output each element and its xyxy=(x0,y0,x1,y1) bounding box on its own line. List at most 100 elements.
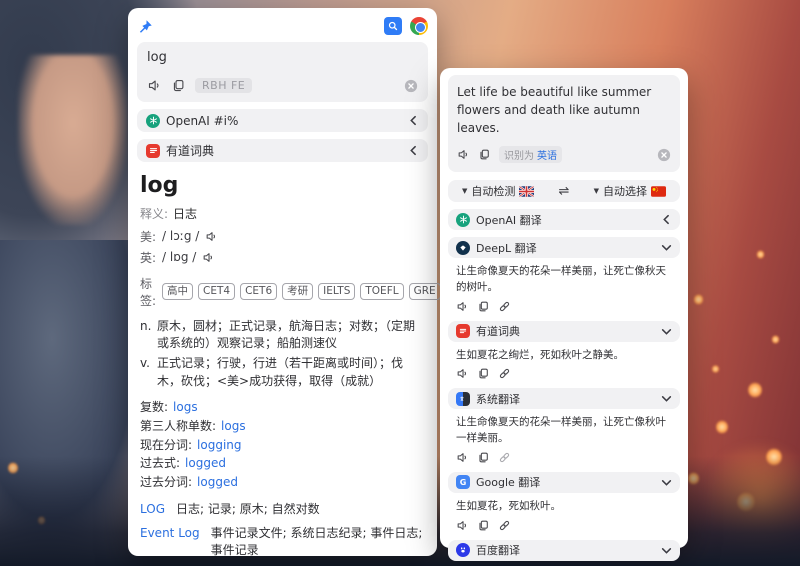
service-name: Google 翻译 xyxy=(476,474,540,490)
result-action-bar xyxy=(456,519,672,532)
form-row: 现在分词: logging xyxy=(140,436,425,455)
google-translate-icon: G xyxy=(456,475,470,489)
speaker-icon[interactable] xyxy=(457,148,470,161)
form-value-link[interactable]: logged xyxy=(185,456,226,470)
link-icon[interactable] xyxy=(498,451,511,464)
service-header-youdao[interactable]: 有道词典 xyxy=(448,321,680,342)
us-phonetic-row: 美: / lɔːg / xyxy=(140,228,425,245)
copy-icon[interactable] xyxy=(171,78,186,93)
service-header-baidu[interactable]: 百度翻译 xyxy=(448,540,680,561)
translation-text: 生如夏花之绚烂，死如秋叶之静美。 xyxy=(456,348,672,364)
phrase-term-link[interactable]: LOG xyxy=(140,501,165,518)
chevron-down-icon[interactable] xyxy=(661,326,672,337)
word-title: log xyxy=(140,173,425,198)
detected-label: 识别为 xyxy=(504,151,534,162)
chevron-left-icon[interactable] xyxy=(408,115,419,126)
speaker-icon[interactable] xyxy=(456,300,469,313)
service-header-system[interactable]: 系统翻译 xyxy=(448,388,680,409)
lantern xyxy=(694,294,703,305)
phrases: LOG日志; 记录; 原木; 自然对数 Event Log事件记录文件; 系统日… xyxy=(140,501,425,566)
youdao-dict-icon xyxy=(146,144,160,158)
link-icon[interactable] xyxy=(498,519,511,532)
language-bar: ▼ 自动检测 ⇌ ▼ 自动选择 xyxy=(448,180,680,202)
translation-window: Let life be beautiful like summer flower… xyxy=(440,68,688,548)
form-value-link[interactable]: logging xyxy=(197,438,241,452)
easydict-app-icon[interactable] xyxy=(384,17,402,35)
dropdown-caret-icon: ▼ xyxy=(462,187,467,195)
form-label: 第三人称单数: xyxy=(140,419,216,433)
us-label: 美: xyxy=(140,228,156,245)
translate-input[interactable]: Let life be beautiful like summer flower… xyxy=(457,83,671,137)
tag: CET4 xyxy=(198,283,235,300)
chrome-icon[interactable] xyxy=(410,17,428,35)
detected-language-badge[interactable]: 识别为英语 xyxy=(499,146,562,163)
chevron-left-icon[interactable] xyxy=(408,145,419,156)
form-label: 复数: xyxy=(140,400,168,414)
speaker-icon[interactable] xyxy=(456,519,469,532)
tags-label: 标签: xyxy=(140,275,156,309)
phrase-row: Event Log事件记录文件; 系统日志纪录; 事件日志; 事件记录 xyxy=(140,525,425,560)
service-name: OpenAI 翻译 xyxy=(476,212,542,228)
service-result-deepl: 让生命像夏天的花朵一样美丽，让死亡像秋天的树叶。 xyxy=(448,258,680,314)
baidu-translate-icon xyxy=(456,543,470,557)
tag: CET6 xyxy=(240,283,277,300)
target-language-select[interactable]: ▼ 自动选择 xyxy=(594,183,666,199)
copy-icon[interactable] xyxy=(477,451,490,464)
form-value-link[interactable]: logs xyxy=(221,419,246,433)
system-translate-icon xyxy=(456,392,470,406)
uk-label: 英: xyxy=(140,249,156,266)
youdao-section-header[interactable]: 有道词典 xyxy=(137,139,428,162)
openai-section-label: OpenAI #i% xyxy=(166,114,238,128)
openai-section-header[interactable]: OpenAI #i% xyxy=(137,109,428,132)
shortcut-hint-badge: RBH FE xyxy=(195,78,252,93)
form-value-link[interactable]: logged xyxy=(197,475,238,489)
chevron-down-icon[interactable] xyxy=(661,393,672,404)
dictionary-result: log 释义:日志 美: / lɔːg / 英: / lɒg / 标签: 高中 … xyxy=(137,162,428,566)
link-icon[interactable] xyxy=(498,367,511,380)
service-header-deepl[interactable]: DeepL 翻译 xyxy=(448,237,680,258)
tag: TOEFL xyxy=(360,283,403,300)
link-icon[interactable] xyxy=(498,300,511,313)
copy-icon[interactable] xyxy=(478,148,491,161)
form-row: 复数: logs xyxy=(140,398,425,417)
service-header-google[interactable]: G Google 翻译 xyxy=(448,472,680,493)
copy-icon[interactable] xyxy=(477,519,490,532)
form-label: 现在分词: xyxy=(140,438,192,452)
speaker-icon[interactable] xyxy=(147,78,162,93)
pin-icon[interactable] xyxy=(137,18,154,35)
lantern xyxy=(772,335,779,344)
speaker-icon[interactable] xyxy=(205,230,218,243)
source-language-select[interactable]: ▼ 自动检测 xyxy=(462,183,534,199)
paraphrase-value: 日志 xyxy=(173,207,197,221)
copy-icon[interactable] xyxy=(477,367,490,380)
lantern xyxy=(716,420,728,434)
clear-input-icon[interactable] xyxy=(404,79,418,93)
speaker-icon[interactable] xyxy=(456,451,469,464)
chevron-down-icon[interactable] xyxy=(661,545,672,556)
chevron-left-icon[interactable] xyxy=(661,214,672,225)
openai-icon xyxy=(146,114,160,128)
search-input[interactable]: log xyxy=(147,50,418,65)
speaker-icon[interactable] xyxy=(202,251,215,264)
service-header-openai[interactable]: OpenAI 翻译 xyxy=(448,209,680,230)
speaker-icon[interactable] xyxy=(456,367,469,380)
us-phonetic: / lɔːg / xyxy=(162,229,199,243)
clear-input-icon[interactable] xyxy=(657,148,671,162)
service-result-system: 让生命像夏天的花朵一样美丽，让死亡像秋叶一样美丽。 xyxy=(448,409,680,465)
form-label: 过去分词: xyxy=(140,475,192,489)
phrase-term-link[interactable]: Event Log xyxy=(140,525,200,560)
service-result-youdao: 生如夏花之绚烂，死如秋叶之静美。 xyxy=(448,342,680,382)
uk-flag-icon xyxy=(519,186,534,197)
definition-verb: v. 正式记录；行驶，行进（若干距离或时间）；伐木，砍伐；<美>成功获得，取得（… xyxy=(140,355,425,391)
tag: 高中 xyxy=(162,283,193,300)
definitions: n. 原木，圆材；正式记录，航海日志；对数；（定期或系统的）观察记录；船舶测速仪… xyxy=(140,318,425,391)
definition-text: 原木，圆材；正式记录，航海日志；对数；（定期或系统的）观察记录；船舶测速仪 xyxy=(157,318,425,354)
swap-languages-icon[interactable]: ⇌ xyxy=(559,184,570,199)
chevron-down-icon[interactable] xyxy=(661,242,672,253)
paraphrase-label: 释义: xyxy=(140,207,168,221)
copy-icon[interactable] xyxy=(477,300,490,313)
youdao-section-label: 有道词典 xyxy=(166,142,214,159)
form-value-link[interactable]: logs xyxy=(173,400,198,414)
chevron-down-icon[interactable] xyxy=(661,477,672,488)
form-label: 过去式: xyxy=(140,456,180,470)
